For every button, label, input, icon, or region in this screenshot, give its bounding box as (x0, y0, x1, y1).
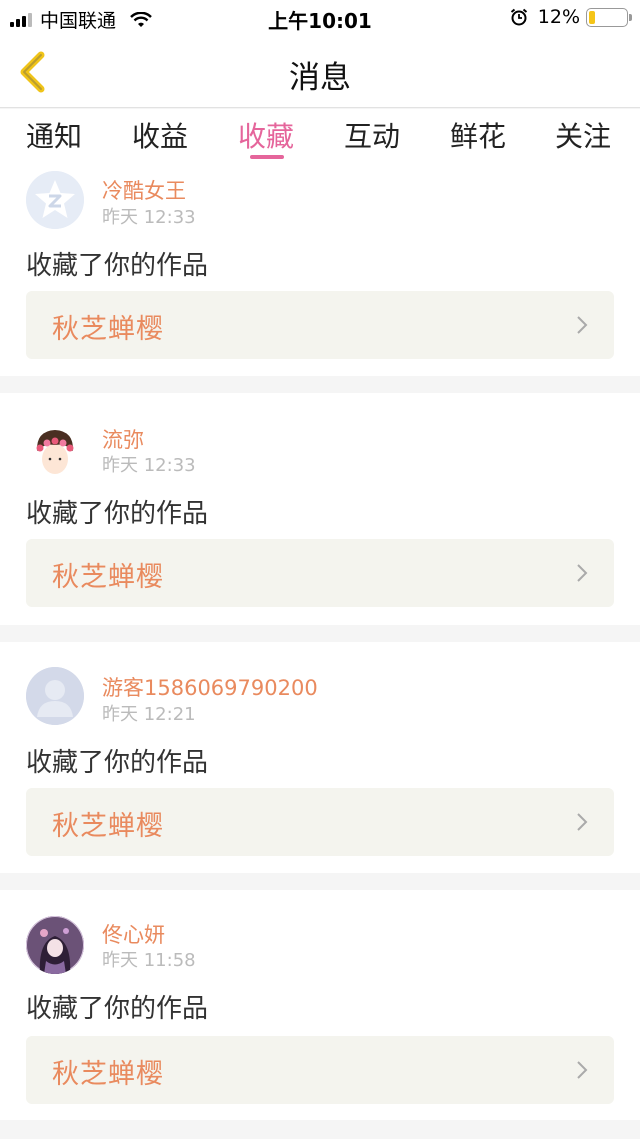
work-title: 秋芝蝉樱 (52, 314, 164, 345)
battery-percent: 12% (537, 6, 580, 28)
work-link[interactable]: 秋芝蝉樱 (26, 1036, 614, 1104)
username[interactable]: 冷酷女王 (102, 175, 186, 205)
work-link[interactable]: 秋芝蝉樱 (26, 291, 614, 359)
timestamp: 昨天 12:33 (102, 207, 196, 228)
work-title: 秋芝蝉樱 (52, 811, 164, 842)
user-avatar-icon (26, 916, 84, 974)
avatar[interactable] (26, 421, 84, 479)
alarm-icon (510, 8, 527, 26)
username[interactable]: 佟心妍 (102, 919, 165, 949)
status-bar: 中国联通 上午10:01 12% (0, 0, 640, 36)
timestamp: 昨天 11:58 (102, 950, 196, 971)
tab-interactions[interactable]: 互动 (344, 115, 400, 155)
tab-following[interactable]: 关注 (555, 115, 611, 155)
tab-flowers[interactable]: 鲜花 (450, 115, 506, 155)
chevron-right-icon (577, 1061, 588, 1079)
page-title: 消息 (289, 60, 351, 96)
avatar[interactable] (26, 916, 84, 974)
tab-notifications[interactable]: 通知 (26, 115, 82, 155)
timestamp: 昨天 12:21 (102, 704, 196, 725)
chevron-right-icon (577, 813, 588, 831)
action-text: 收藏了你的作品 (26, 499, 209, 529)
active-tab-indicator (250, 155, 284, 159)
chevron-right-icon (577, 564, 588, 582)
tab-bar: 通知 收益 收藏 互动 鲜花 关注 (0, 109, 640, 165)
action-text: 收藏了你的作品 (26, 748, 209, 778)
timestamp: 昨天 12:33 (102, 455, 196, 476)
tab-favorites[interactable]: 收藏 (238, 115, 294, 155)
message-card: 佟心妍 昨天 11:58 收藏了你的作品 秋芝蝉樱 (0, 890, 640, 1120)
action-text: 收藏了你的作品 (26, 251, 209, 281)
action-text: 收藏了你的作品 (26, 994, 209, 1024)
message-card: 流弥 昨天 12:33 收藏了你的作品 秋芝蝉樱 (0, 393, 640, 625)
nav-bar: 消息 (0, 36, 640, 108)
guest-avatar-icon (26, 667, 84, 725)
avatar[interactable] (26, 171, 84, 229)
chevron-right-icon (577, 316, 588, 334)
default-avatar-icon (26, 171, 84, 229)
user-avatar-icon (26, 421, 84, 479)
avatar[interactable] (26, 667, 84, 725)
work-link[interactable]: 秋芝蝉樱 (26, 788, 614, 856)
work-title: 秋芝蝉樱 (52, 562, 164, 593)
username[interactable]: 流弥 (102, 424, 144, 454)
message-card: 冷酷女王 昨天 12:33 收藏了你的作品 秋芝蝉樱 (0, 165, 640, 376)
work-title: 秋芝蝉樱 (52, 1059, 164, 1090)
message-card: 游客1586069790200 昨天 12:21 收藏了你的作品 秋芝蝉樱 (0, 642, 640, 873)
work-link[interactable]: 秋芝蝉樱 (26, 539, 614, 607)
tab-earnings[interactable]: 收益 (132, 115, 188, 155)
username[interactable]: 游客1586069790200 (102, 672, 318, 702)
battery-icon (586, 7, 632, 27)
